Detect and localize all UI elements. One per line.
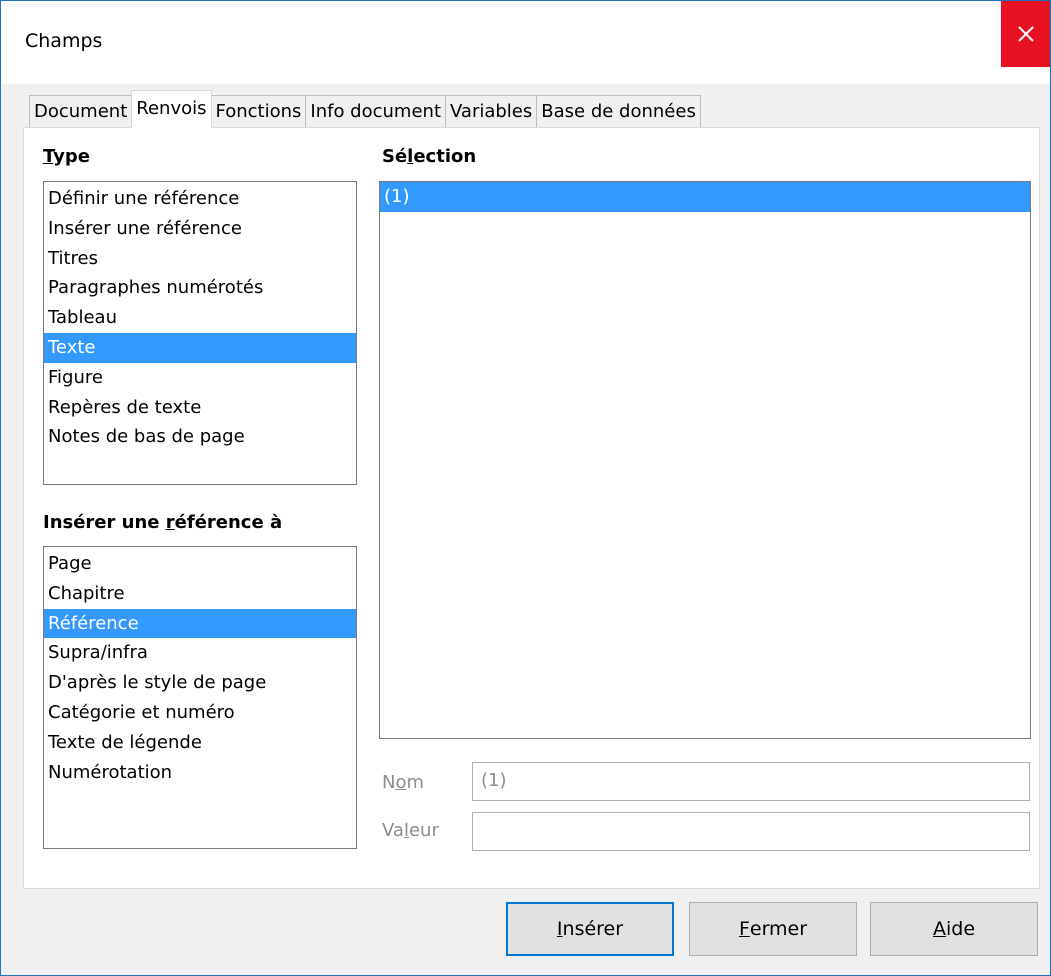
selection-listbox[interactable]: (1) (379, 181, 1031, 739)
type-listbox[interactable]: Définir une référence Insérer une référen… (43, 181, 357, 485)
close-icon (1017, 26, 1034, 42)
tab-bar: Document Renvois Fonctions Info document… (29, 90, 701, 128)
window-title: Champs (25, 30, 103, 52)
list-item[interactable]: Supra/infra (44, 638, 356, 668)
list-item[interactable]: Paragraphes numérotés (44, 273, 356, 303)
name-field[interactable]: (1) (472, 762, 1030, 801)
close-button[interactable]: Fermer (689, 902, 857, 956)
tab-variables[interactable]: Variables (445, 95, 538, 128)
selection-label: Sélection (382, 146, 477, 167)
value-field[interactable] (472, 812, 1030, 851)
tab-renvois[interactable]: Renvois (131, 90, 212, 128)
list-item[interactable]: Tableau (44, 303, 356, 333)
title-bar: Champs (1, 1, 1050, 84)
value-label: Valeur (382, 820, 439, 841)
list-item[interactable]: Repères de texte (44, 393, 356, 423)
type-label: Type (43, 146, 90, 167)
list-item[interactable]: Notes de bas de page (44, 422, 356, 452)
list-item[interactable]: Numérotation (44, 758, 356, 788)
list-item[interactable]: Page (44, 549, 356, 579)
list-item[interactable]: Insérer une référence (44, 214, 356, 244)
list-item[interactable]: Texte de légende (44, 728, 356, 758)
name-label: Nom (382, 772, 425, 793)
tab-document[interactable]: Document (29, 95, 133, 128)
list-item[interactable]: Figure (44, 363, 356, 393)
tab-fonctions[interactable]: Fonctions (210, 95, 307, 128)
help-button[interactable]: Aide (870, 902, 1038, 956)
list-item[interactable]: D'après le style de page (44, 668, 356, 698)
list-item[interactable]: Chapitre (44, 579, 356, 609)
insert-button[interactable]: Insérer (506, 902, 674, 956)
list-item[interactable]: Définir une référence (44, 184, 356, 214)
list-item[interactable]: Titres (44, 244, 356, 274)
tab-info-document[interactable]: Info document (305, 95, 446, 128)
fields-dialog: Champs Document Renvois Fonctions Info d… (0, 0, 1051, 976)
insert-reference-listbox[interactable]: Page Chapitre Référence Supra/infra D'après … (43, 546, 357, 849)
list-item[interactable]: Catégorie et numéro (44, 698, 356, 728)
insert-reference-label: Insérer une référence à (43, 512, 283, 533)
list-item[interactable]: Texte (44, 332, 356, 363)
tab-base-de-donnees[interactable]: Base de données (536, 95, 701, 128)
list-item[interactable]: (1) (380, 182, 1030, 212)
list-item[interactable]: Référence (44, 608, 356, 639)
close-window-button[interactable] (1001, 1, 1050, 67)
